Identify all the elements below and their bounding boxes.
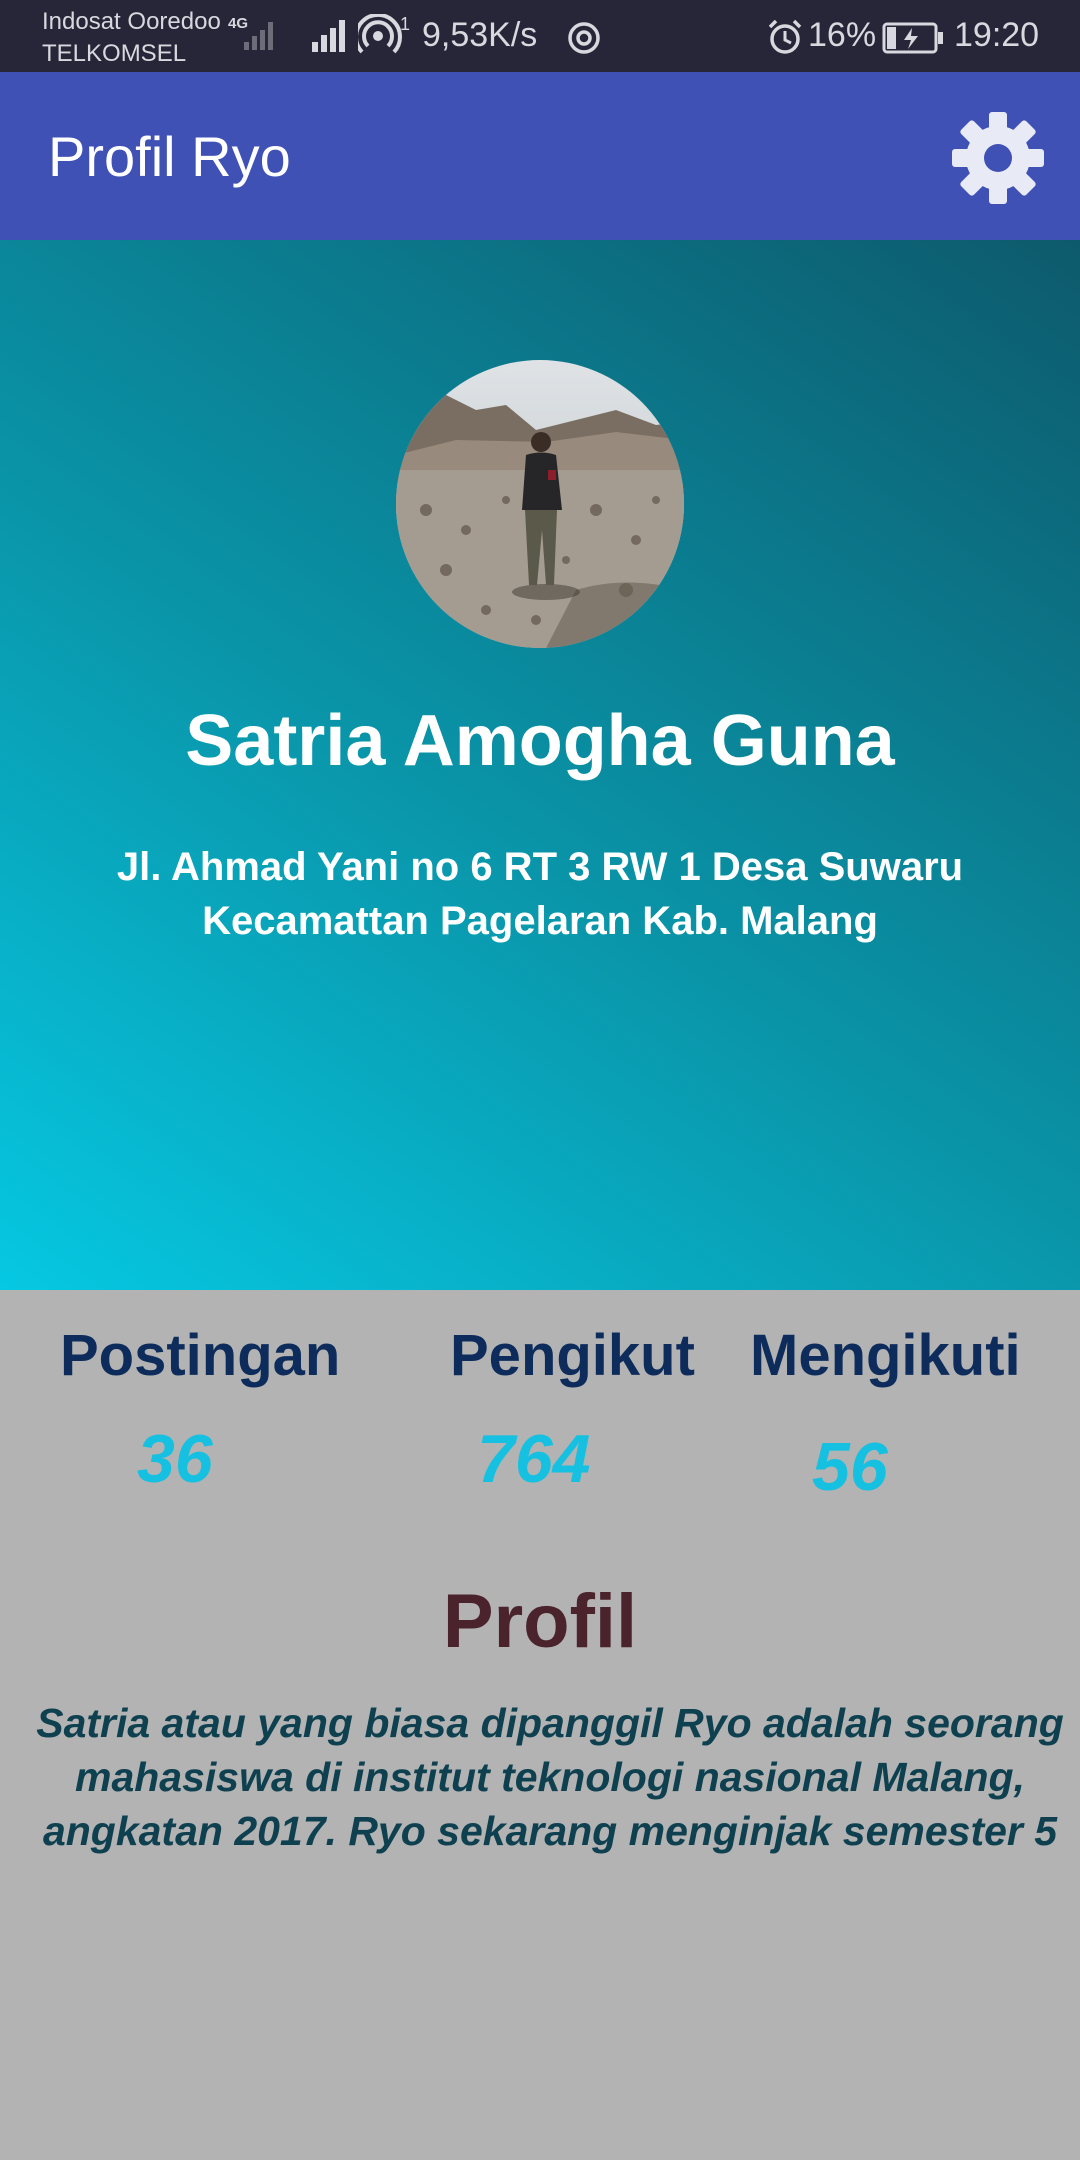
posts-label: Postingan [60,1323,341,1388]
hotspot-icon: 1 [358,14,410,54]
carrier-name-2: TELKOMSEL [42,40,187,67]
battery-charging-icon [882,22,943,54]
bio-line: mahasiswa di institut teknologi nasional… [75,1754,1025,1800]
carrier-info: Indosat Ooredoo TELKOMSEL [42,6,221,70]
following-count[interactable]: 56 [812,1428,888,1506]
alarm-icon [768,19,802,54]
profile-section-heading: Profil [442,1579,638,1664]
gear-icon [952,112,1044,204]
address-line: Kecamattan Pagelaran Kab. Malang [202,899,878,943]
net-speed: 9,53K/s [422,16,538,54]
avatar[interactable] [396,360,684,648]
settings-button[interactable] [948,108,1048,208]
signal-icon [312,20,345,52]
app-title: Profil Ryo [48,125,291,188]
bio-line: Satria atau yang biasa dipanggil Ryo ada… [36,1700,1064,1746]
profile-header: Satria Amogha Guna Jl. Ahmad Yani no 6 R… [0,240,1080,1290]
followers-label: Pengikut [450,1323,695,1388]
carrier-name-1: Indosat Ooredoo [42,8,221,35]
network-type-label: 4G [228,15,248,32]
hotspot-count: 1 [400,14,410,34]
followers-count[interactable]: 764 [477,1420,590,1498]
profile-bio: Satria atau yang biasa dipanggil Ryo ada… [20,1696,1080,1858]
nfc-icon [568,22,600,54]
battery-percent: 16% [808,16,877,54]
clock: 19:20 [954,16,1040,54]
following-label: Mengikuti [750,1323,1021,1388]
profile-address: Jl. Ahmad Yani no 6 RT 3 RW 1 Desa Suwar… [60,840,1020,948]
app-bar: Profil Ryo [0,72,1080,240]
address-line: Jl. Ahmad Yani no 6 RT 3 RW 1 Desa Suwar… [116,845,964,889]
signal-4g-icon: 4G [228,15,273,50]
status-bar: Indosat Ooredoo TELKOMSEL 4G 1 9,53K/s 1… [0,0,1080,72]
bio-line: angkatan 2017. Ryo sekarang menginjak se… [42,1808,1058,1854]
avatar-photo [396,360,684,648]
profile-name: Satria Amogha Guna [185,701,895,781]
posts-count[interactable]: 36 [137,1420,213,1498]
